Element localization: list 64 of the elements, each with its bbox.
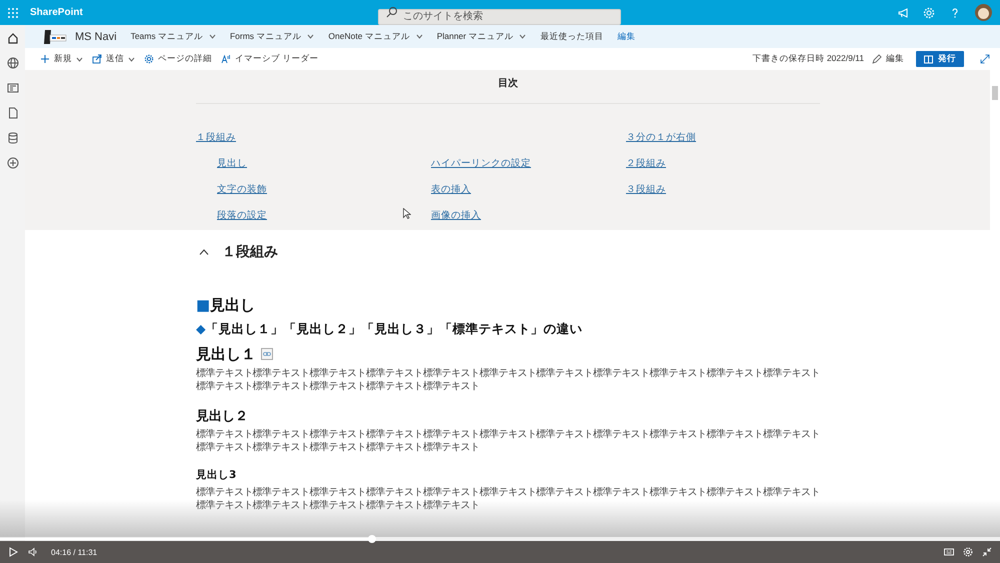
paragraph: 標準テキスト標準テキスト標準テキスト標準テキスト標準テキスト標準テキスト標準テキスト標準テキスト標準テキスト標準テキスト標準テキスト標準テキスト標準テキスト標準テキスト標準テキスト標準テキスト <box>196 486 821 512</box>
expand-icon[interactable] <box>980 54 990 64</box>
heading: ◆「見出し１」「見出し２」「見出し３」「標準テキスト」の違い <box>196 320 583 338</box>
collapse-icon[interactable] <box>199 249 209 255</box>
paragraph: 標準テキスト標準テキスト標準テキスト標準テキスト標準テキスト標準テキスト標準テキスト標準テキスト標準テキスト標準テキスト標準テキスト標準テキスト標準テキスト標準テキスト標準テキスト標準テキスト <box>196 428 821 454</box>
toc-link[interactable]: 見出し <box>217 157 247 170</box>
toc-link[interactable]: １段組み <box>196 131 236 144</box>
heading: 見出し１ <box>196 344 256 364</box>
command-item[interactable]: 新規 <box>40 53 83 65</box>
site-logo-icon[interactable] <box>43 28 67 44</box>
volume-icon[interactable] <box>28 547 38 557</box>
nav-item[interactable]: OneNote マニュアル <box>328 30 423 42</box>
page-icon[interactable] <box>6 107 18 119</box>
add-icon[interactable] <box>6 157 18 169</box>
paragraph: 標準テキスト標準テキスト標準テキスト標準テキスト標準テキスト標準テキスト標準テキスト標準テキスト標準テキスト標準テキスト標準テキスト標準テキスト標準テキスト標準テキスト標準テキスト標準テキスト <box>196 367 821 393</box>
section-title: １段組み <box>222 243 278 261</box>
megaphone-icon[interactable] <box>897 6 909 18</box>
edit-link[interactable]: 編集 <box>617 30 636 42</box>
app-name[interactable]: SharePoint <box>30 7 83 18</box>
gear-icon <box>144 54 154 64</box>
heading: ■見出し <box>196 296 256 314</box>
news-icon[interactable] <box>6 82 18 94</box>
toc-link[interactable]: ２段組み <box>626 157 666 170</box>
command-item[interactable]: イマーシブ リーダー <box>221 53 318 65</box>
progress-handle[interactable] <box>368 535 376 543</box>
settings-icon[interactable] <box>963 547 973 557</box>
toc-link[interactable]: 段落の設定 <box>217 209 267 222</box>
scrollbar-thumb[interactable] <box>992 86 998 100</box>
nav-item[interactable]: Planner マニュアル <box>436 30 526 42</box>
toc-link[interactable]: ハイパーリンクの設定 <box>431 157 531 170</box>
database-icon[interactable] <box>6 132 18 144</box>
captions-icon[interactable] <box>944 547 954 557</box>
playback-time: 04:16 / 11:31 <box>51 548 98 556</box>
nav-item[interactable]: Teams マニュアル <box>130 30 216 42</box>
toc-link[interactable]: 表の挿入 <box>431 183 471 196</box>
heading: 見出し3 <box>196 468 238 483</box>
toc-title: 目次 <box>497 76 519 91</box>
save-status: 下書きの保存日時 2022/9/11 <box>752 53 864 65</box>
toc-link[interactable]: 画像の挿入 <box>431 209 481 222</box>
site-name[interactable]: MS Navi <box>75 30 117 42</box>
link-icon[interactable] <box>261 348 273 360</box>
mouse-pointer-icon <box>403 208 411 219</box>
globe-icon[interactable] <box>6 57 18 69</box>
heading: 見出し２ <box>196 408 249 425</box>
plus-icon <box>40 54 50 64</box>
home-icon[interactable] <box>6 32 18 44</box>
collapse-arrows-icon[interactable] <box>982 547 992 557</box>
play-icon[interactable] <box>8 547 18 557</box>
toc-link[interactable]: ３段組み <box>626 183 666 196</box>
nav-item[interactable]: Forms マニュアル <box>230 30 314 42</box>
pencil-icon <box>872 54 882 64</box>
reader-icon <box>221 54 231 64</box>
publish-button[interactable]: 発行 <box>916 51 964 67</box>
nav-item[interactable]: 最近使った項目 <box>540 30 604 42</box>
avatar-icon[interactable] <box>975 4 992 21</box>
book-icon <box>924 54 933 64</box>
command-item[interactable]: 送信 <box>92 53 135 65</box>
command-item[interactable]: ページの詳細 <box>144 53 212 65</box>
edit-button[interactable]: 編集 <box>872 53 904 65</box>
toc-link[interactable]: ３分の１が右側 <box>626 131 696 144</box>
app-launcher-icon[interactable] <box>7 6 19 18</box>
search-field[interactable]: このサイトを検索 <box>378 8 621 24</box>
share-icon <box>92 54 102 64</box>
toc-link[interactable]: 文字の装飾 <box>217 183 267 196</box>
